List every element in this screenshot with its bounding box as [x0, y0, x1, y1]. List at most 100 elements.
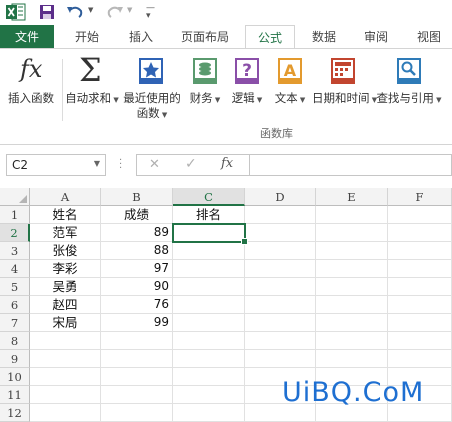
cell[interactable]: [245, 296, 316, 314]
cell[interactable]: [173, 242, 245, 260]
cell[interactable]: 99: [101, 314, 173, 332]
lookup-reference-button[interactable]: 查找与引用 ▼: [376, 49, 442, 129]
cell[interactable]: [316, 350, 388, 368]
column-header-b[interactable]: B: [101, 188, 173, 206]
cell[interactable]: [316, 206, 388, 224]
cell[interactable]: 李彩: [30, 260, 101, 278]
column-header-e[interactable]: E: [316, 188, 388, 206]
row-header-6[interactable]: 6: [0, 296, 30, 314]
cell[interactable]: 吴勇: [30, 278, 101, 296]
row-header-12[interactable]: 12: [0, 404, 30, 422]
tab-view[interactable]: 视图: [406, 25, 452, 49]
cell[interactable]: [173, 332, 245, 350]
text-button[interactable]: A 文本 ▼: [270, 49, 310, 129]
cell[interactable]: [388, 242, 452, 260]
date-time-button[interactable]: 日期和时间 ▼: [312, 49, 377, 129]
cell[interactable]: 89: [101, 224, 173, 242]
row-header-1[interactable]: 1: [0, 206, 30, 224]
cell[interactable]: [245, 314, 316, 332]
cell[interactable]: 姓名: [30, 206, 101, 224]
redo-dropdown-icon[interactable]: ▼: [127, 6, 132, 14]
row-header-5[interactable]: 5: [0, 278, 30, 296]
cell[interactable]: [388, 314, 452, 332]
cell[interactable]: 76: [101, 296, 173, 314]
cell[interactable]: [388, 350, 452, 368]
row-header-7[interactable]: 7: [0, 314, 30, 332]
cell[interactable]: [316, 332, 388, 350]
redo-icon[interactable]: [106, 4, 124, 20]
name-box[interactable]: C2 ▼: [6, 154, 106, 176]
tab-insert[interactable]: 插入: [118, 25, 164, 49]
tab-home[interactable]: 开始: [64, 25, 110, 49]
row-header-4[interactable]: 4: [0, 260, 30, 278]
cell[interactable]: [388, 224, 452, 242]
cell[interactable]: 范军: [30, 224, 101, 242]
cell[interactable]: [245, 206, 316, 224]
undo-icon[interactable]: [66, 4, 84, 20]
row-header-10[interactable]: 10: [0, 368, 30, 386]
save-icon[interactable]: [39, 4, 55, 20]
cell[interactable]: [245, 278, 316, 296]
cell[interactable]: [245, 260, 316, 278]
cancel-icon[interactable]: ✕: [149, 157, 160, 172]
cell[interactable]: [173, 314, 245, 332]
cell[interactable]: [316, 296, 388, 314]
cell[interactable]: [173, 224, 245, 242]
cell[interactable]: 97: [101, 260, 173, 278]
cell[interactable]: 88: [101, 242, 173, 260]
cell[interactable]: [173, 278, 245, 296]
cell[interactable]: [101, 386, 173, 404]
cell[interactable]: [101, 404, 173, 422]
tab-data[interactable]: 数据: [302, 25, 346, 49]
formula-input[interactable]: [250, 154, 452, 176]
tab-review[interactable]: 审阅: [354, 25, 398, 49]
logical-button[interactable]: ? 逻辑 ▼: [228, 49, 266, 129]
financial-button[interactable]: 财务 ▼: [186, 49, 224, 129]
row-header-3[interactable]: 3: [0, 242, 30, 260]
cell[interactable]: [316, 260, 388, 278]
cell[interactable]: [388, 278, 452, 296]
cell[interactable]: [30, 386, 101, 404]
cell[interactable]: [388, 332, 452, 350]
cell[interactable]: [173, 260, 245, 278]
cell[interactable]: [245, 350, 316, 368]
cell[interactable]: [101, 350, 173, 368]
cell[interactable]: [245, 224, 316, 242]
more-options-icon[interactable]: · · ·: [119, 156, 122, 174]
undo-dropdown-icon[interactable]: ▼: [88, 6, 93, 14]
cell[interactable]: [173, 404, 245, 422]
cell[interactable]: [30, 332, 101, 350]
chevron-down-icon[interactable]: ▼: [94, 159, 100, 168]
cell[interactable]: 赵四: [30, 296, 101, 314]
tab-file[interactable]: 文件: [0, 25, 54, 49]
insert-function-button[interactable]: fx 插入函数: [2, 49, 60, 129]
column-header-f[interactable]: F: [388, 188, 452, 206]
cell[interactable]: [101, 368, 173, 386]
cell[interactable]: [388, 296, 452, 314]
customize-qat-icon[interactable]: — ▾: [146, 4, 155, 21]
cell[interactable]: 排名: [173, 206, 245, 224]
tab-formulas[interactable]: 公式: [245, 25, 295, 50]
autosum-button[interactable]: Σ 自动求和 ▼: [64, 49, 120, 129]
column-header-a[interactable]: A: [30, 188, 101, 206]
cell[interactable]: [316, 314, 388, 332]
cell[interactable]: [245, 332, 316, 350]
cell[interactable]: [173, 296, 245, 314]
cell[interactable]: [388, 206, 452, 224]
cell[interactable]: [316, 242, 388, 260]
select-all-corner[interactable]: [0, 188, 30, 206]
cell[interactable]: [388, 260, 452, 278]
tab-page-layout[interactable]: 页面布局: [172, 25, 238, 49]
cell[interactable]: [30, 368, 101, 386]
cell[interactable]: [173, 368, 245, 386]
cell[interactable]: 成绩: [101, 206, 173, 224]
recently-used-button[interactable]: 最近使用的 函数 ▼: [120, 49, 184, 129]
cell[interactable]: [30, 404, 101, 422]
row-header-11[interactable]: 11: [0, 386, 30, 404]
cell[interactable]: [101, 332, 173, 350]
cell[interactable]: [173, 350, 245, 368]
column-header-d[interactable]: D: [245, 188, 316, 206]
column-header-c[interactable]: C: [173, 188, 245, 206]
cell[interactable]: [316, 224, 388, 242]
insert-function-icon[interactable]: fx: [221, 156, 233, 171]
